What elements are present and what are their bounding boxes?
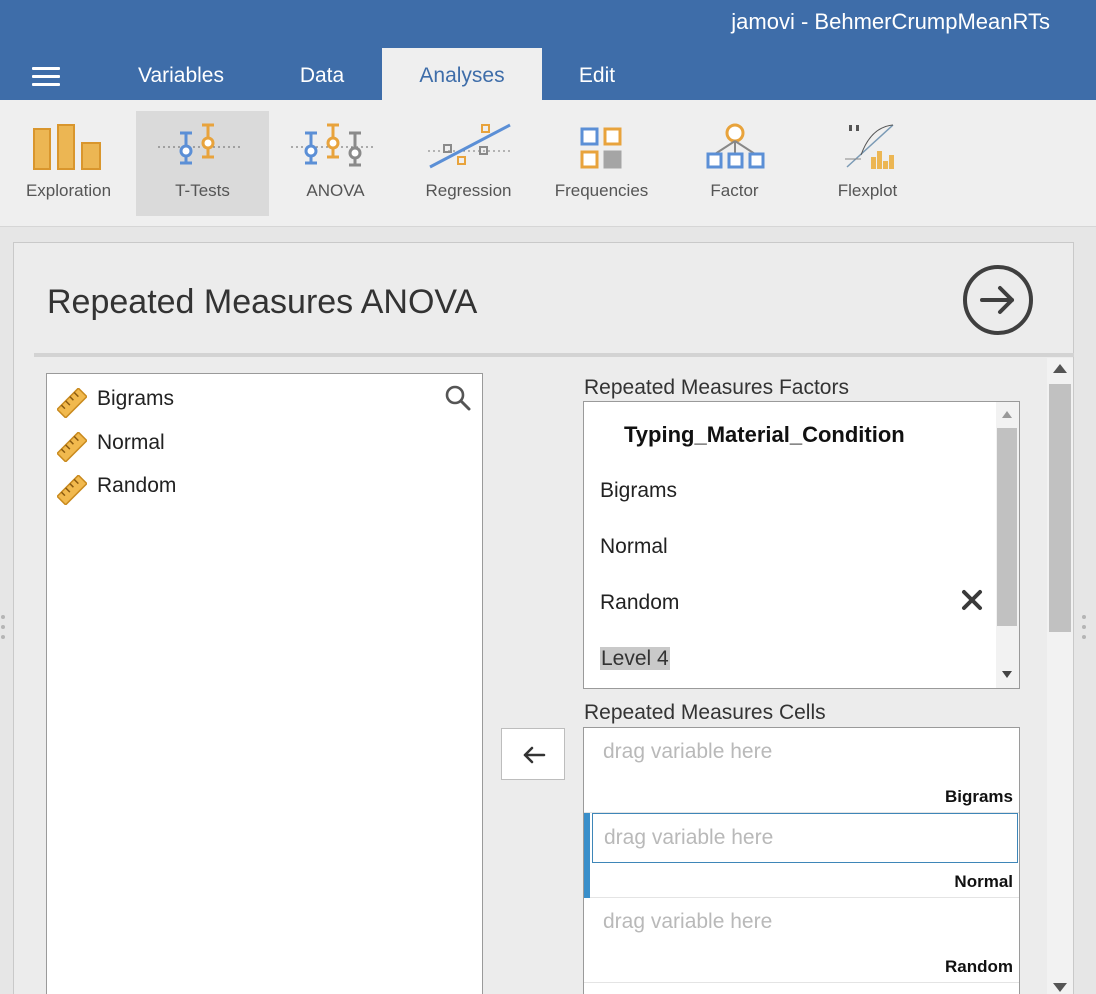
- cell-label: Normal: [954, 872, 1013, 891]
- ttest-icon: [158, 123, 242, 165]
- panel-scrollbar-thumb[interactable]: [1049, 384, 1071, 632]
- ribbon-frequencies-button[interactable]: Frequencies: [535, 111, 668, 216]
- ribbon-regression-button[interactable]: Regression: [402, 111, 535, 216]
- ruler-icon: [57, 475, 87, 505]
- scroll-down-icon[interactable]: [1053, 983, 1067, 992]
- ribbon-label: Exploration: [25, 181, 112, 200]
- drop-target[interactable]: drag variable here: [584, 728, 1019, 778]
- ribbon-label: Flexplot: [837, 181, 898, 200]
- bar-chart-icon: [33, 124, 101, 170]
- search-icon[interactable]: [444, 384, 472, 412]
- window-title: jamovi - BehmerCrumpMeanRTs: [731, 9, 1050, 34]
- cell-random: drag variable here Random: [584, 898, 1019, 983]
- level-field[interactable]: Bigrams: [600, 479, 677, 503]
- ribbon-ttests-button[interactable]: T-Tests: [136, 111, 269, 216]
- move-variable-button[interactable]: [501, 728, 565, 780]
- tab-variables[interactable]: Variables: [112, 48, 250, 100]
- selection-indicator: [584, 813, 590, 898]
- cell-label: Random: [945, 957, 1013, 976]
- new-level-placeholder: Level 4: [600, 647, 670, 670]
- scroll-up-icon[interactable]: [1053, 364, 1067, 373]
- close-icon[interactable]: [960, 588, 984, 612]
- frequencies-icon: [580, 127, 622, 169]
- panel-title: Repeated Measures ANOVA: [47, 283, 478, 321]
- cell-normal: drag variable here Normal: [584, 813, 1019, 898]
- arrow-left-icon: [523, 746, 546, 764]
- ruler-icon: [57, 432, 87, 462]
- left-resize-handle[interactable]: [1, 615, 5, 643]
- flexplot-icon: [845, 124, 894, 169]
- ribbon-label: Frequencies: [554, 181, 649, 200]
- analyses-ribbon: Exploration T-Tests ANOVA Regression Fre…: [0, 100, 1096, 227]
- variable-name: Bigrams: [97, 387, 175, 410]
- cell-bigrams: drag variable here Bigrams: [584, 728, 1019, 813]
- variable-name: Random: [97, 474, 177, 497]
- factors-box: Typing_Material_Condition Bigrams Normal…: [583, 401, 1020, 689]
- ribbon-label: Regression: [425, 181, 512, 200]
- list-item[interactable]: Normal: [57, 426, 437, 462]
- drop-target[interactable]: drag variable here: [584, 898, 1019, 948]
- ribbon-anova-button[interactable]: ANOVA: [269, 111, 402, 216]
- factor-name-field[interactable]: Typing_Material_Condition: [624, 422, 905, 448]
- tab-edit[interactable]: Edit: [548, 48, 646, 100]
- cells-label: Repeated Measures Cells: [584, 701, 826, 724]
- new-level-field[interactable]: Level 4: [600, 647, 670, 671]
- ribbon-label: T-Tests: [175, 181, 230, 200]
- scroll-down-icon[interactable]: [1002, 671, 1012, 678]
- ribbon-flexplot-button[interactable]: Flexplot: [801, 111, 934, 216]
- anova-icon: [291, 123, 375, 167]
- level-field[interactable]: Random: [600, 591, 679, 615]
- hamburger-menu-icon[interactable]: [32, 67, 60, 87]
- panel-divider: [34, 353, 1074, 357]
- list-item[interactable]: Bigrams: [57, 382, 437, 418]
- arrow-right-circle-icon[interactable]: [962, 264, 1034, 336]
- tab-analyses[interactable]: Analyses: [382, 48, 542, 100]
- level-field[interactable]: Normal: [600, 535, 668, 559]
- drop-target[interactable]: drag variable here: [592, 813, 1018, 863]
- tab-data[interactable]: Data: [262, 48, 382, 100]
- variable-name: Normal: [97, 431, 165, 454]
- cell-label: Bigrams: [944, 787, 1013, 806]
- factors-scrollbar-thumb[interactable]: [997, 428, 1017, 626]
- ruler-icon: [57, 388, 87, 418]
- ribbon-label: Factor: [710, 181, 759, 200]
- regression-icon: [428, 123, 512, 169]
- scroll-up-icon[interactable]: [1002, 411, 1012, 418]
- right-resize-handle[interactable]: [1082, 615, 1086, 643]
- title-bar: jamovi - BehmerCrumpMeanRTs Variables Da…: [0, 0, 1096, 100]
- ribbon-label: ANOVA: [306, 181, 365, 200]
- list-item[interactable]: Random: [57, 469, 437, 505]
- ribbon-exploration-button[interactable]: Exploration: [2, 111, 135, 216]
- variables-list[interactable]: Bigrams Normal Random: [46, 373, 483, 994]
- factors-label: Repeated Measures Factors: [584, 376, 849, 399]
- factor-icon: [706, 123, 765, 169]
- cells-box: drag variable here Bigrams drag variable…: [583, 727, 1020, 994]
- ribbon-factor-button[interactable]: Factor: [668, 111, 801, 216]
